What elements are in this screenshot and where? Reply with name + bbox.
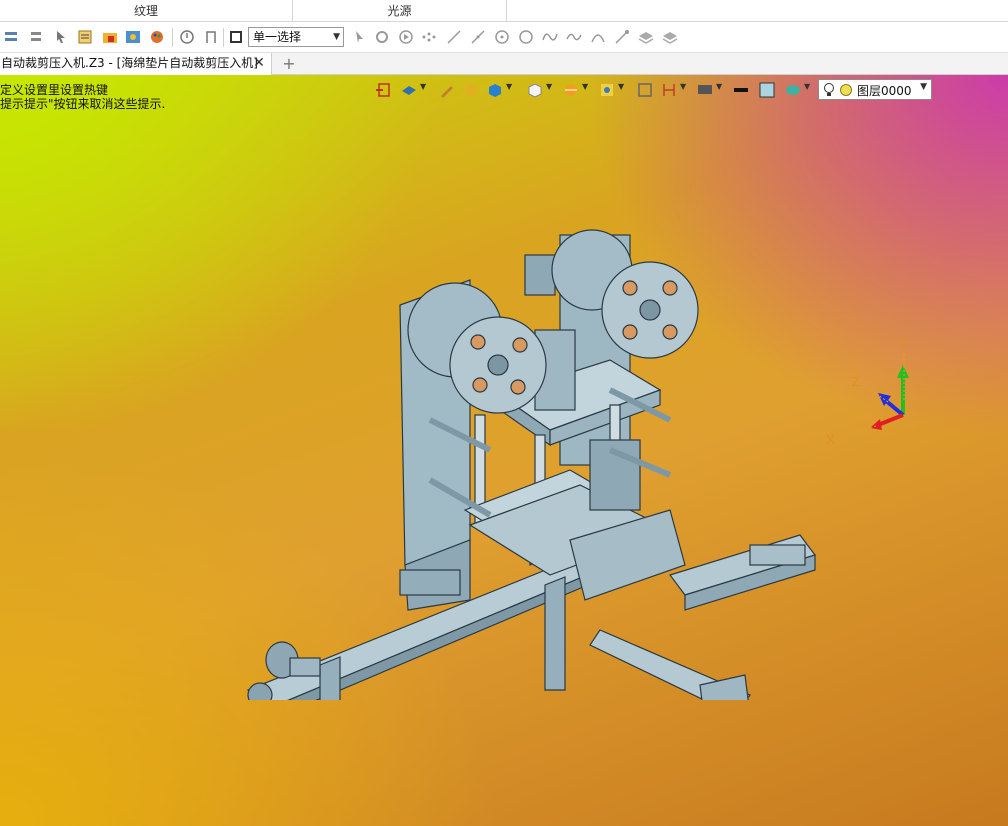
material-icon[interactable] — [784, 81, 802, 99]
arc-icon[interactable] — [589, 28, 607, 46]
circle-icon[interactable] — [517, 28, 535, 46]
linear-slide-right[interactable] — [669, 534, 816, 611]
selection-mode-value: 单一选择 — [253, 30, 302, 44]
chevron-down-icon[interactable]: ▼ — [420, 82, 426, 91]
play-icon[interactable] — [397, 28, 415, 46]
z-axis-label: Z — [852, 374, 860, 389]
chevron-down-icon[interactable]: ▼ — [680, 82, 686, 91]
toolbar-separator — [223, 28, 224, 47]
tab-document-title: 自动裁剪压入机.Z3 - [海绵垫片自动裁剪压入机] — [1, 56, 258, 70]
frame-icon[interactable] — [636, 81, 654, 99]
color-swatch-icon[interactable] — [758, 81, 776, 99]
view-toolbar: ▼ ▼ ▼ ▼ ▼ ▼ ▼ ▼ 图层0000 ▼ — [372, 78, 932, 102]
app-window: 纹理 光源 单一选择 ▼ 自动裁剪压入机.Z3 - [海绵垫片自动裁剪压入机] ✕ — [0, 0, 1008, 826]
display-icon[interactable] — [696, 81, 714, 99]
section-icon[interactable] — [562, 81, 580, 99]
render-icon[interactable] — [598, 81, 616, 99]
solid-box-icon[interactable] — [462, 81, 480, 99]
chevron-down-icon[interactable]: ▼ — [804, 82, 810, 91]
new-tab-button[interactable]: + — [281, 53, 297, 75]
list-icon[interactable] — [76, 28, 94, 46]
layer-stack2-icon[interactable] — [661, 28, 679, 46]
layer-stack-icon[interactable] — [637, 28, 655, 46]
filter-icon[interactable] — [2, 28, 20, 46]
pencil-icon[interactable] — [438, 81, 456, 99]
x-axis-label: X — [826, 432, 835, 447]
pointer-icon[interactable] — [350, 28, 368, 46]
machine-3d-model[interactable] — [230, 170, 830, 700]
close-icon[interactable]: ✕ — [252, 53, 266, 75]
y-axis-label: Y — [898, 336, 907, 351]
measure-icon[interactable] — [202, 28, 220, 46]
z-axis-icon: Z — [852, 374, 905, 417]
layer-dropdown[interactable]: 图层0000 ▼ — [818, 79, 932, 100]
layer-name: 图层0000 — [857, 84, 912, 98]
main-toolbar: 单一选择 ▼ — [0, 22, 1008, 53]
layer-color-icon[interactable] — [839, 83, 853, 97]
circle-point-icon[interactable] — [493, 28, 511, 46]
chevron-down-icon[interactable]: ▼ — [716, 82, 722, 91]
hint-text-line2: 提示提示"按钮来取消这些提示. — [0, 97, 166, 111]
line-weight-icon[interactable] — [732, 81, 750, 99]
chevron-down-icon: ▼ — [333, 32, 340, 42]
edit-line-icon[interactable] — [613, 28, 631, 46]
ribbon-group-light[interactable]: 光源 — [293, 0, 507, 22]
dimension-icon[interactable] — [660, 81, 678, 99]
chevron-down-icon: ▼ — [920, 82, 927, 92]
y-axis-icon: Y — [897, 336, 909, 415]
chevron-down-icon[interactable]: ▼ — [546, 82, 552, 91]
rotate-icon[interactable] — [178, 28, 196, 46]
selection-mode-dropdown[interactable]: 单一选择 ▼ — [248, 27, 344, 47]
ribbon-group-texture[interactable]: 纹理 — [0, 0, 293, 22]
toolbar-separator — [172, 28, 173, 47]
pick-icon[interactable] — [52, 28, 70, 46]
box-select-icon[interactable] — [227, 28, 245, 46]
line-icon[interactable] — [445, 28, 463, 46]
coordinate-axes-triad: Y Z X — [826, 336, 909, 447]
view-orient-icon[interactable] — [400, 81, 418, 99]
line2-icon[interactable] — [469, 28, 487, 46]
shaded-box-icon[interactable] — [486, 81, 504, 99]
ribbon-group-labels: 纹理 光源 — [0, 0, 1008, 22]
wire-box-icon[interactable] — [526, 81, 544, 99]
chevron-down-icon[interactable]: ▼ — [506, 82, 512, 91]
vertex-icon[interactable] — [420, 28, 438, 46]
palette-icon[interactable] — [148, 28, 166, 46]
document-tab-strip: 自动裁剪压入机.Z3 - [海绵垫片自动裁剪压入机] ✕ + — [0, 53, 1008, 75]
lightbulb-icon[interactable] — [822, 82, 836, 98]
exit-icon[interactable] — [374, 81, 392, 99]
chevron-down-icon[interactable]: ▼ — [582, 82, 588, 91]
chevron-down-icon[interactable]: ▼ — [618, 82, 624, 91]
wave-icon[interactable] — [541, 28, 559, 46]
zoom-icon[interactable] — [373, 28, 391, 46]
x-axis-icon: X — [826, 413, 904, 447]
image-icon[interactable] — [124, 28, 142, 46]
3d-viewport[interactable]: 定义设置里设置热键 提示提示"按钮来取消这些提示. ▼ ▼ ▼ ▼ ▼ ▼ ▼ … — [0, 75, 1008, 826]
spline-icon[interactable] — [565, 28, 583, 46]
filter2-icon[interactable] — [27, 28, 45, 46]
tab-document[interactable]: 自动裁剪压入机.Z3 - [海绵垫片自动裁剪压入机] — [0, 53, 272, 75]
folder-icon[interactable] — [101, 28, 119, 46]
